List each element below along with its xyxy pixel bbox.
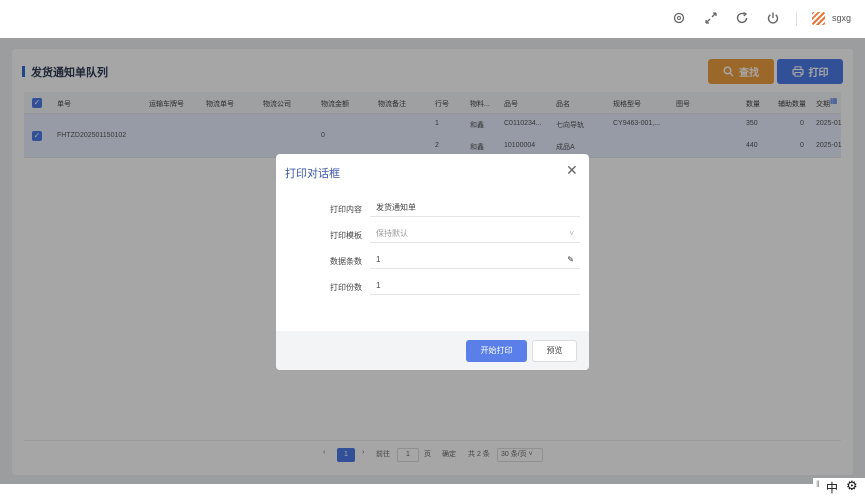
print-content-label: 打印内容 (330, 205, 362, 214)
ime-indicator[interactable]: ‖ 中 ⚙ (813, 478, 865, 496)
record-count-value: 1 (376, 255, 381, 264)
top-bar: sgxg (0, 0, 865, 38)
ime-handle: ‖ (816, 479, 820, 489)
preview-button[interactable]: 预览 (532, 340, 577, 362)
print-template-select[interactable]: 保持默认 ˅ (370, 225, 580, 243)
divider (796, 12, 797, 26)
record-count-label: 数据条数 (330, 257, 362, 266)
print-template-label: 打印模板 (330, 231, 362, 240)
ime-mode[interactable]: 中 (826, 479, 838, 496)
user-logo (812, 12, 825, 25)
username[interactable]: sgxg (832, 13, 851, 23)
gear-icon[interactable]: ⚙ (846, 478, 858, 494)
chevron-down-icon: ˅ (569, 229, 574, 238)
settings-icon[interactable] (671, 11, 687, 27)
power-icon[interactable] (765, 11, 781, 27)
start-print-button[interactable]: 开始打印 (466, 340, 527, 362)
edit-icon[interactable]: ✎ (567, 251, 574, 269)
print-dialog: 打印对话框 ✕ 打印内容 发货通知单 打印模板 保持默认 ˅ 数据条数 1 ✎ … (276, 154, 589, 370)
print-template-value: 保持默认 (376, 229, 408, 238)
fullscreen-icon[interactable] (703, 11, 719, 27)
bottom-bar (0, 484, 865, 496)
refresh-icon[interactable] (734, 11, 750, 27)
close-icon[interactable]: ✕ (566, 162, 578, 179)
record-count-field[interactable]: 1 ✎ (370, 251, 580, 269)
copies-label: 打印份数 (330, 283, 362, 292)
dialog-footer: 开始打印 预览 (276, 331, 589, 370)
copies-field[interactable]: 1 (370, 277, 580, 295)
dialog-title: 打印对话框 (285, 168, 340, 180)
print-content-field[interactable]: 发货通知单 (370, 199, 580, 217)
